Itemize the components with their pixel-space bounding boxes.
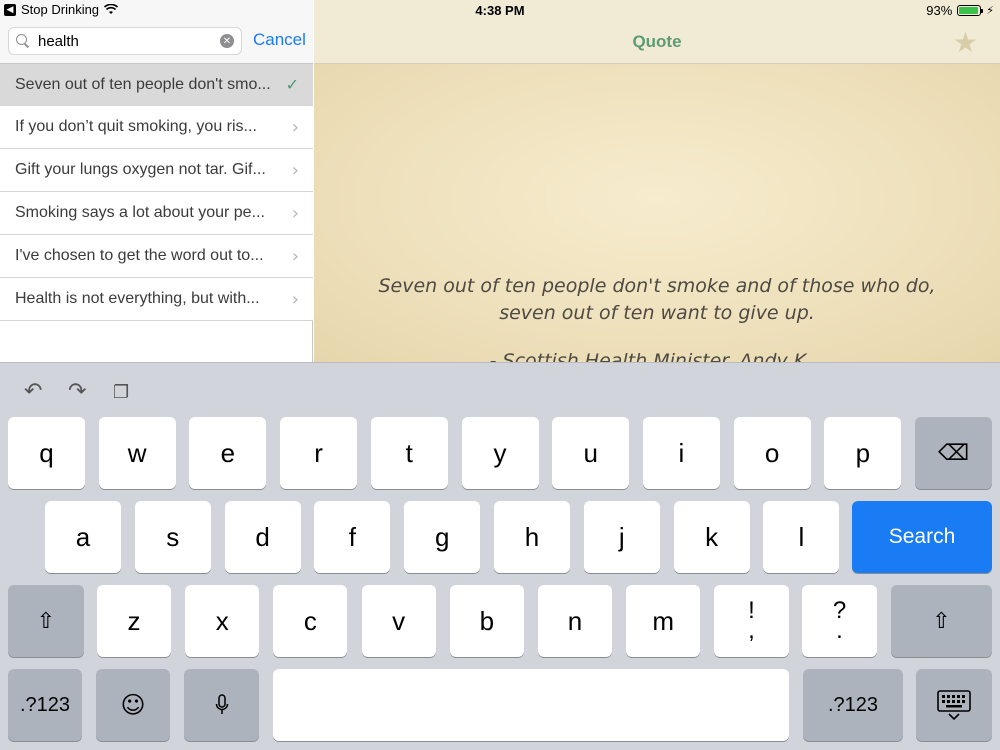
key-y[interactable]: y (461, 417, 539, 489)
key-question-period[interactable]: ?. (802, 585, 877, 657)
key-e[interactable]: e (189, 417, 267, 489)
status-time: 4:38 PM (475, 3, 525, 18)
search-results-pane: ✕ Cancel Seven out of ten people don't s… (0, 0, 313, 362)
emoji-icon: ☺ (120, 691, 146, 719)
key-n[interactable]: n (538, 585, 612, 657)
key-z[interactable]: z (97, 585, 171, 657)
backspace-icon: ⌫ (937, 440, 970, 466)
result-list: Seven out of ten people don't smo... ✓ If … (0, 64, 313, 321)
shift-key-right[interactable]: ⇧ (891, 585, 992, 657)
key-t[interactable]: t (370, 417, 448, 489)
result-item[interactable]: Smoking says a lot about your pe... › (0, 192, 313, 235)
chevron-right-icon: › (291, 116, 299, 138)
quote-author: - Scottish Health Minister, Andy K... (489, 350, 825, 362)
key-k[interactable]: k (673, 501, 750, 573)
key-g[interactable]: g (404, 501, 481, 573)
key-c[interactable]: c (273, 585, 348, 657)
quote-text: Seven out of ten people don't smoke and … (378, 275, 936, 324)
key-a[interactable]: a (45, 501, 121, 573)
result-item[interactable]: I've chosen to get the word out to... › (0, 235, 313, 278)
search-field[interactable]: ✕ (8, 27, 242, 55)
result-item[interactable]: Health is not everything, but with... › (0, 278, 313, 321)
undo-icon[interactable]: ↶ (24, 379, 42, 404)
search-icon (16, 34, 30, 48)
search-input[interactable] (38, 32, 218, 50)
keyboard-dismiss-icon (937, 690, 971, 721)
result-text: I've chosen to get the word out to... (15, 247, 264, 264)
numbers-key-left[interactable]: .?123 (8, 669, 82, 741)
key-bottom-label: , (748, 617, 755, 644)
key-o[interactable]: o (733, 417, 811, 489)
key-exclaim-comma[interactable]: !, (714, 585, 789, 657)
chevron-right-icon: › (291, 159, 299, 181)
cancel-button[interactable]: Cancel (253, 30, 306, 50)
dictation-key[interactable] (184, 669, 259, 741)
battery-percent: 93% (926, 3, 953, 18)
key-d[interactable]: d (224, 501, 301, 573)
chevron-right-icon: › (291, 245, 299, 267)
result-item[interactable]: Seven out of ten people don't smo... ✓ (0, 64, 313, 106)
key-q[interactable]: q (8, 417, 85, 489)
shift-icon: ⇧ (932, 608, 951, 634)
backspace-key[interactable]: ⌫ (915, 417, 992, 489)
key-bottom-label: . (836, 617, 843, 644)
microphone-icon (215, 694, 228, 714)
battery-icon (957, 5, 984, 16)
result-text: If you don’t quit smoking, you ris... (15, 118, 257, 135)
shift-key-left[interactable]: ⇧ (8, 585, 84, 657)
checkmark-icon: ✓ (285, 75, 299, 94)
result-text: Seven out of ten people don't smo... (15, 75, 271, 93)
key-b[interactable]: b (449, 585, 524, 657)
redo-icon[interactable]: ↷ (68, 379, 86, 404)
key-x[interactable]: x (185, 585, 260, 657)
key-w[interactable]: w (98, 417, 176, 489)
clear-icon[interactable]: ✕ (220, 34, 234, 48)
quote-detail-pane: Quote ★ Seven out of ten people don't sm… (314, 0, 1000, 362)
key-j[interactable]: j (583, 501, 660, 573)
numbers-key-right[interactable]: .?123 (803, 669, 903, 741)
key-p[interactable]: p (824, 417, 902, 489)
result-text: Smoking says a lot about your pe... (15, 204, 265, 221)
key-u[interactable]: u (552, 417, 630, 489)
key-h[interactable]: h (494, 501, 570, 573)
key-f[interactable]: f (314, 501, 391, 573)
search-key[interactable]: Search (852, 501, 992, 573)
hide-keyboard-key[interactable] (916, 669, 992, 741)
space-key[interactable] (273, 669, 789, 741)
key-s[interactable]: s (134, 501, 211, 573)
charging-bolt-icon: ⚡ (986, 5, 994, 17)
result-text: Gift your lungs oxygen not tar. Gif... (15, 161, 266, 178)
onscreen-keyboard: ↶ ↷ ❐ q w e r t y u i o p ⌫ a s d f g h j k l Search ⇧ z x c v b n m… (0, 362, 1000, 750)
paste-icon[interactable]: ❐ (113, 382, 129, 403)
key-v[interactable]: v (361, 585, 436, 657)
shift-icon: ⇧ (36, 608, 56, 634)
result-text: Health is not everything, but with... (15, 290, 260, 307)
status-right: 93% ⚡ (926, 3, 994, 18)
shortcut-bar: ↶ ↷ ❐ (0, 363, 1000, 415)
favorite-star-icon[interactable]: ★ (953, 26, 978, 59)
page-title: Quote (632, 32, 682, 51)
key-r[interactable]: r (280, 417, 358, 489)
key-i[interactable]: i (642, 417, 720, 489)
chevron-right-icon: › (291, 288, 299, 310)
chevron-right-icon: › (291, 202, 299, 224)
status-bar: ◀ Stop Drinking 4:38 PM 93% ⚡ (0, 0, 1000, 20)
key-m[interactable]: m (626, 585, 701, 657)
key-l[interactable]: l (763, 501, 840, 573)
emoji-key[interactable]: ☺ (96, 669, 170, 741)
result-item[interactable]: Gift your lungs oxygen not tar. Gif... › (0, 149, 313, 192)
result-item[interactable]: If you don’t quit smoking, you ris... › (0, 106, 313, 149)
